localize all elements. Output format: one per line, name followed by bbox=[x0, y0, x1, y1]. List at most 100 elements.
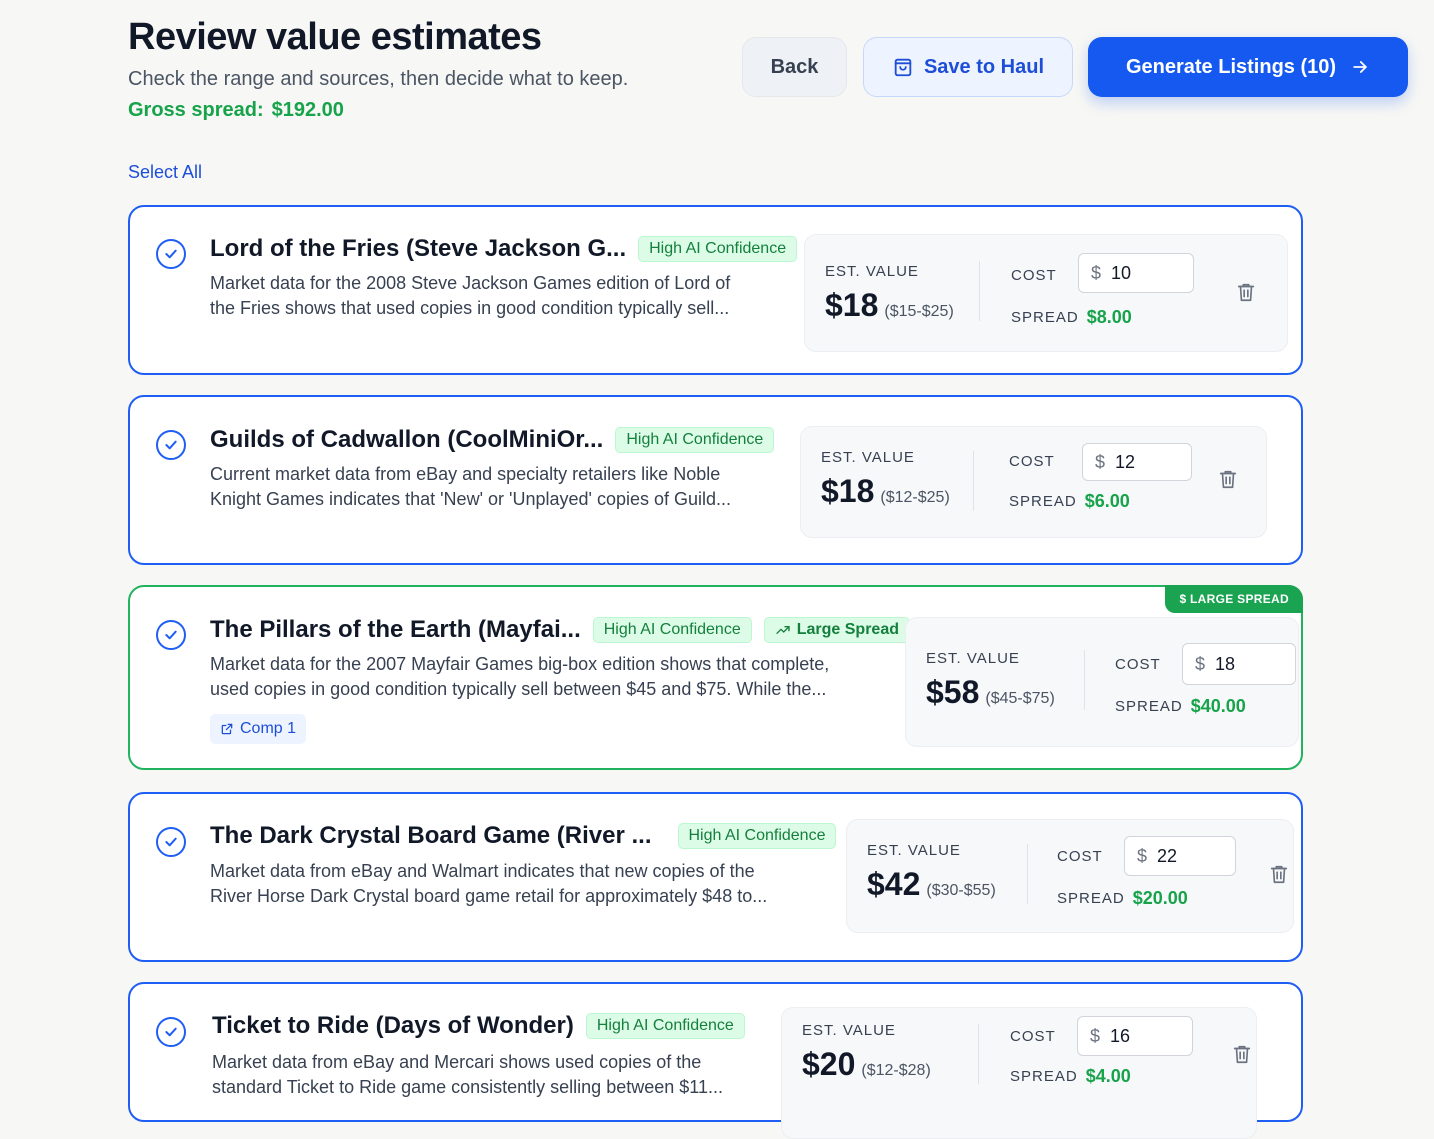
item-title: Lord of the Fries (Steve Jackson G... bbox=[210, 235, 627, 262]
est-value-label: EST. VALUE bbox=[802, 1022, 896, 1039]
item-title: The Pillars of the Earth (Mayfai... bbox=[210, 616, 581, 643]
confidence-badge: High AI Confidence bbox=[638, 236, 798, 262]
item-card[interactable]: Ticket to Ride (Days of Wonder) High AI … bbox=[128, 982, 1303, 1139]
selected-check-icon[interactable] bbox=[156, 1017, 186, 1047]
page-title: Review value estimates bbox=[128, 16, 542, 58]
item-title: The Dark Crystal Board Game (River ... bbox=[210, 822, 652, 849]
spread-label: SPREAD bbox=[1011, 309, 1079, 326]
divider bbox=[1084, 650, 1085, 710]
cost-value: 22 bbox=[1157, 845, 1178, 866]
est-value: $18 bbox=[821, 473, 875, 509]
spread-value: $40.00 bbox=[1190, 696, 1246, 716]
currency-symbol: $ bbox=[1090, 1025, 1101, 1046]
gross-spread: Gross spread: $192.00 bbox=[128, 98, 628, 122]
currency-symbol: $ bbox=[1091, 262, 1102, 283]
value-panel: EST. VALUE $58 ($45-$75) COST $18 SPREAD $… bbox=[905, 617, 1299, 747]
est-value: $58 bbox=[926, 674, 980, 710]
cost-label: COST bbox=[1115, 656, 1161, 673]
est-range: ($15-$25) bbox=[884, 303, 954, 320]
trash-icon[interactable] bbox=[1235, 280, 1257, 304]
item-card[interactable]: Lord of the Fries (Steve Jackson G... Hi… bbox=[128, 205, 1303, 375]
divider bbox=[973, 451, 974, 511]
est-value: $42 bbox=[867, 866, 921, 902]
selected-check-icon[interactable] bbox=[156, 620, 186, 650]
cost-input[interactable]: $18 bbox=[1182, 643, 1296, 685]
est-value-label: EST. VALUE bbox=[926, 650, 1020, 667]
comp-link[interactable]: Comp 1 bbox=[210, 714, 307, 744]
item-card[interactable]: The Dark Crystal Board Game (River ... H… bbox=[128, 792, 1303, 962]
cost-label: COST bbox=[1057, 848, 1103, 865]
spread-value: $8.00 bbox=[1086, 307, 1132, 327]
page-header: Review value estimates Check the range a… bbox=[128, 14, 628, 122]
generate-listings-button[interactable]: Generate Listings (10) bbox=[1088, 37, 1408, 97]
item-description: Current market data from eBay and specia… bbox=[210, 464, 732, 509]
item-description: Market data for the 2007 Mayfair Games b… bbox=[210, 654, 830, 699]
arrow-right-icon bbox=[1353, 61, 1367, 73]
generate-button-label: Generate Listings (10) bbox=[1125, 55, 1337, 78]
spread-value: $20.00 bbox=[1132, 888, 1188, 908]
item-title: Ticket to Ride (Days of Wonder) bbox=[212, 1012, 574, 1039]
confidence-badge: High AI Confidence bbox=[677, 823, 837, 849]
spread-label: SPREAD bbox=[1010, 1068, 1078, 1085]
cost-input[interactable]: $12 bbox=[1082, 443, 1192, 481]
divider bbox=[979, 261, 980, 321]
confidence-badge: High AI Confidence bbox=[592, 617, 752, 643]
trash-icon[interactable] bbox=[1231, 1042, 1253, 1066]
page-subtitle: Check the range and sources, then decide… bbox=[128, 68, 629, 90]
gross-spread-value: $192.00 bbox=[271, 99, 344, 121]
external-link-icon bbox=[221, 723, 233, 735]
back-button[interactable]: Back bbox=[742, 37, 847, 97]
select-all-link[interactable]: Select All bbox=[128, 162, 202, 183]
est-value-label: EST. VALUE bbox=[867, 842, 961, 859]
selected-check-icon[interactable] bbox=[156, 827, 186, 857]
value-panel: EST. VALUE $18 ($15-$25) COST $10 SPREAD $… bbox=[804, 234, 1288, 352]
trash-icon[interactable] bbox=[1217, 467, 1239, 491]
back-button-label: Back bbox=[770, 55, 819, 78]
save-to-haul-button[interactable]: Save to Haul bbox=[863, 37, 1073, 97]
trash-icon[interactable] bbox=[1268, 862, 1290, 886]
item-description: Market data from eBay and Mercari shows … bbox=[212, 1052, 723, 1097]
spread-label: SPREAD bbox=[1115, 698, 1183, 715]
large-spread-badge: Large Spread bbox=[763, 617, 910, 643]
value-panel: EST. VALUE $42 ($30-$55) COST $22 SPREAD $… bbox=[846, 819, 1294, 933]
divider bbox=[1027, 844, 1028, 904]
cost-value: 10 bbox=[1111, 262, 1132, 283]
confidence-badge: High AI Confidence bbox=[615, 427, 775, 453]
gross-spread-label: Gross spread: bbox=[128, 99, 264, 121]
cost-value: 12 bbox=[1115, 451, 1136, 472]
cost-input[interactable]: $10 bbox=[1078, 253, 1194, 293]
value-panel: EST. VALUE $20 ($12-$28) COST $16 SPREAD $… bbox=[781, 1007, 1257, 1139]
cost-label: COST bbox=[1009, 453, 1055, 470]
est-value-label: EST. VALUE bbox=[821, 449, 915, 466]
est-value: $18 bbox=[825, 287, 879, 323]
trending-up-icon bbox=[776, 626, 790, 634]
est-range: ($12-$28) bbox=[861, 1062, 931, 1079]
cost-label: COST bbox=[1010, 1028, 1056, 1045]
spread-label: SPREAD bbox=[1057, 890, 1125, 907]
spread-label: SPREAD bbox=[1009, 493, 1077, 510]
currency-symbol: $ bbox=[1095, 451, 1106, 472]
divider bbox=[978, 1024, 979, 1084]
est-range: ($45-$75) bbox=[985, 690, 1055, 707]
item-card-large-spread[interactable]: $ LARGE SPREAD The Pillars of the Earth … bbox=[128, 585, 1303, 770]
spread-value: $6.00 bbox=[1084, 491, 1130, 511]
item-description: Market data from eBay and Walmart indica… bbox=[210, 861, 768, 906]
est-range: ($12-$25) bbox=[880, 489, 950, 506]
cost-input[interactable]: $22 bbox=[1124, 836, 1236, 876]
est-range: ($30-$55) bbox=[926, 882, 996, 899]
item-title: Guilds of Cadwallon (CoolMiniOr... bbox=[210, 426, 604, 453]
item-description: Market data for the 2008 Steve Jackson G… bbox=[210, 273, 731, 318]
value-panel: EST. VALUE $18 ($12-$25) COST $12 SPREAD $… bbox=[800, 426, 1267, 538]
selected-check-icon[interactable] bbox=[156, 239, 186, 269]
cost-value: 16 bbox=[1110, 1025, 1131, 1046]
est-value: $20 bbox=[802, 1046, 856, 1082]
est-value-label: EST. VALUE bbox=[825, 263, 919, 280]
spread-value: $4.00 bbox=[1085, 1066, 1131, 1086]
bag-icon bbox=[894, 58, 912, 77]
selected-check-icon[interactable] bbox=[156, 430, 186, 460]
currency-symbol: $ bbox=[1137, 845, 1148, 866]
confidence-badge: High AI Confidence bbox=[585, 1013, 745, 1039]
save-button-label: Save to Haul bbox=[923, 55, 1045, 78]
cost-input[interactable]: $16 bbox=[1077, 1016, 1193, 1056]
item-card[interactable]: Guilds of Cadwallon (CoolMiniOr... High … bbox=[128, 395, 1303, 565]
